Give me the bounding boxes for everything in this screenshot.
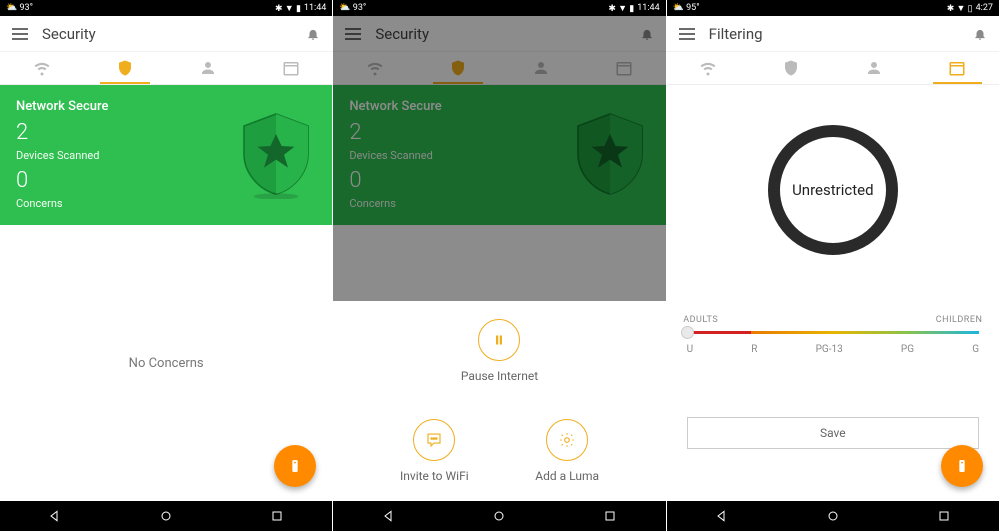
tab-profile[interactable] bbox=[166, 52, 249, 84]
tab-bar bbox=[333, 52, 665, 84]
nav-home-icon[interactable] bbox=[825, 508, 841, 524]
concerns-count: 0 bbox=[349, 168, 441, 193]
slider-end-labels: ADULTS CHILDREN bbox=[683, 315, 982, 325]
slider-label-children: CHILDREN bbox=[936, 315, 983, 325]
devices-count: 2 bbox=[16, 120, 108, 145]
add-label: Add a Luma bbox=[535, 469, 599, 483]
filter-slider[interactable] bbox=[687, 331, 979, 334]
nav-recent-icon[interactable] bbox=[936, 508, 952, 524]
save-label: Save bbox=[820, 426, 846, 440]
gear-icon bbox=[546, 419, 588, 461]
status-bar: ⛅ 95° ✱ ▼ ▯ 4:27 bbox=[667, 0, 999, 16]
tick-pg13: PG-13 bbox=[816, 344, 843, 355]
status-temp: ⛅ 93° bbox=[339, 3, 366, 13]
devices-label: Devices Scanned bbox=[16, 149, 108, 162]
summary-title: Network Secure bbox=[16, 99, 108, 114]
status-bar: ⛅ 93° ✱ ▼ ▮ 11:44 bbox=[0, 0, 332, 16]
save-button[interactable]: Save bbox=[687, 417, 979, 449]
tab-filtering[interactable] bbox=[583, 52, 666, 84]
tab-profile[interactable] bbox=[499, 52, 582, 84]
tick-pg: PG bbox=[901, 344, 914, 355]
concerns-label: Concerns bbox=[16, 197, 108, 210]
status-temp: ⛅ 95° bbox=[673, 3, 700, 13]
screen-filtering: ⛅ 95° ✱ ▼ ▯ 4:27 Filtering Unrestricted … bbox=[667, 0, 1000, 531]
shield-icon bbox=[570, 109, 650, 199]
page-title: Filtering bbox=[709, 25, 959, 43]
devices-label: Devices Scanned bbox=[349, 149, 441, 162]
invite-label: Invite to WiFi bbox=[400, 469, 469, 483]
tab-wifi[interactable] bbox=[333, 52, 416, 84]
tab-wifi[interactable] bbox=[667, 52, 750, 84]
pause-label: Pause Internet bbox=[461, 369, 538, 383]
filter-level-ring[interactable]: Unrestricted bbox=[768, 125, 898, 255]
nav-back-icon[interactable] bbox=[47, 508, 63, 524]
menu-icon[interactable] bbox=[345, 28, 361, 40]
action-sheet: Pause Internet Invite to WiFi Add a Luma bbox=[333, 301, 665, 501]
chat-icon bbox=[413, 419, 455, 461]
app-bar: Security bbox=[0, 16, 332, 52]
invite-wifi-button[interactable]: Invite to WiFi bbox=[400, 419, 469, 483]
status-right: ✱ ▼ ▮ 11:44 bbox=[275, 3, 326, 14]
tab-bar bbox=[667, 52, 999, 84]
tab-filtering[interactable] bbox=[249, 52, 332, 84]
concerns-label: Concerns bbox=[349, 197, 441, 210]
pause-internet-button[interactable]: Pause Internet bbox=[461, 319, 538, 383]
tab-filtering[interactable] bbox=[916, 52, 999, 84]
no-concerns-text: No Concerns bbox=[129, 356, 204, 371]
tab-security[interactable] bbox=[83, 52, 166, 84]
app-bar: Security bbox=[333, 16, 665, 52]
status-right: ✱ ▼ ▮ 11:44 bbox=[608, 3, 659, 14]
nav-bar bbox=[333, 501, 665, 531]
page-title: Security bbox=[375, 25, 625, 43]
nav-recent-icon[interactable] bbox=[602, 508, 618, 524]
status-right: ✱ ▼ ▯ 4:27 bbox=[947, 3, 993, 14]
app-bar: Filtering bbox=[667, 16, 999, 52]
menu-icon[interactable] bbox=[679, 28, 695, 40]
tick-u: U bbox=[687, 344, 693, 355]
tab-security[interactable] bbox=[416, 52, 499, 84]
filter-level-label: Unrestricted bbox=[792, 181, 873, 199]
shield-icon bbox=[236, 109, 316, 199]
security-summary-card: Network Secure 2 Devices Scanned 0 Conce… bbox=[333, 85, 665, 225]
bell-icon[interactable] bbox=[973, 27, 987, 41]
screen-security-sheet: ⛅ 93° ✱ ▼ ▮ 11:44 Security Network Secur… bbox=[333, 0, 666, 531]
nav-back-icon[interactable] bbox=[714, 508, 730, 524]
tab-bar bbox=[0, 52, 332, 84]
tab-wifi[interactable] bbox=[0, 52, 83, 84]
tick-g: G bbox=[972, 344, 979, 355]
page-title: Security bbox=[42, 25, 292, 43]
bell-icon[interactable] bbox=[306, 27, 320, 41]
nav-bar bbox=[0, 501, 332, 531]
fab-button[interactable] bbox=[941, 445, 983, 487]
summary-stats: Network Secure 2 Devices Scanned 0 Conce… bbox=[349, 99, 441, 210]
tick-r: R bbox=[751, 344, 757, 355]
devices-count: 2 bbox=[349, 120, 441, 145]
bell-icon[interactable] bbox=[640, 27, 654, 41]
menu-icon[interactable] bbox=[12, 28, 28, 40]
nav-bar bbox=[667, 501, 999, 531]
nav-recent-icon[interactable] bbox=[269, 508, 285, 524]
slider-knob[interactable] bbox=[681, 326, 694, 339]
slider-label-adults: ADULTS bbox=[683, 315, 718, 325]
nav-home-icon[interactable] bbox=[158, 508, 174, 524]
filtering-body: Unrestricted ADULTS CHILDREN U R PG-13 P… bbox=[667, 85, 999, 501]
tab-profile[interactable] bbox=[833, 52, 916, 84]
security-summary-card[interactable]: Network Secure 2 Devices Scanned 0 Conce… bbox=[0, 85, 332, 225]
screen-security: ⛅ 93° ✱ ▼ ▮ 11:44 Security Network Secur… bbox=[0, 0, 333, 531]
slider-ticks: U R PG-13 PG G bbox=[687, 344, 979, 355]
status-bar: ⛅ 93° ✱ ▼ ▮ 11:44 bbox=[333, 0, 665, 16]
tab-security[interactable] bbox=[750, 52, 833, 84]
summary-title: Network Secure bbox=[349, 99, 441, 114]
status-temp: ⛅ 93° bbox=[6, 3, 33, 13]
pause-icon bbox=[478, 319, 520, 361]
summary-stats: Network Secure 2 Devices Scanned 0 Conce… bbox=[16, 99, 108, 210]
nav-back-icon[interactable] bbox=[381, 508, 397, 524]
nav-home-icon[interactable] bbox=[491, 508, 507, 524]
concerns-count: 0 bbox=[16, 168, 108, 193]
add-luma-button[interactable]: Add a Luma bbox=[535, 419, 599, 483]
